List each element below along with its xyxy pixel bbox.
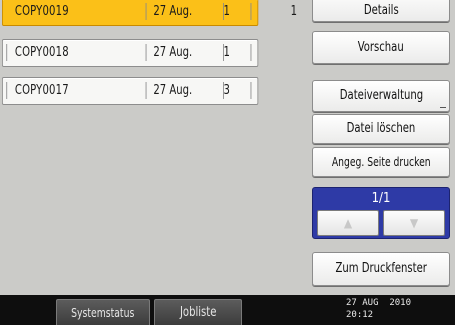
details-button[interactable]: Details [312,0,450,22]
time-text: 20:12 [346,310,374,320]
print-window-button[interactable]: Zum Druckfenster [312,252,450,286]
system-status-label: Systemstatus [71,306,135,320]
printer-panel: COPY0019 27 Aug. 1 1 COPY0018 27 Aug. 1 … [0,0,455,295]
details-label: Details [363,3,399,18]
job-date: 27 Aug. [153,45,193,60]
column-divider [145,3,147,20]
job-sets: 1 [223,45,230,60]
submenu-indicator-icon [440,107,446,108]
file-management-button[interactable]: Dateiverwaltung [312,80,450,112]
file-management-label: Dateiverwaltung [339,88,423,103]
job-list-tab[interactable]: Jobliste [154,299,242,325]
job-row-copy0019[interactable]: COPY0019 27 Aug. 1 1 [2,0,297,26]
job-name: COPY0019 [14,4,69,19]
print-window-label: Zum Druckfenster [335,261,427,276]
preview-button[interactable]: Vorschau [312,31,450,64]
arrow-down-icon: ▼ [409,216,419,230]
job-date: 27 Aug. [153,83,193,98]
column-divider [250,82,252,99]
page-indicator: 1/1 [371,191,391,206]
column-divider [6,44,8,61]
status-bar: Systemstatus Jobliste 27 AUG 2010 20:12 [0,295,455,325]
column-divider [145,82,147,99]
page-navigator: 1/1 ▲ ▼ [312,187,450,239]
column-divider [250,44,252,61]
delete-file-button[interactable]: Datei löschen [312,114,450,144]
job-row-copy0017[interactable]: COPY0017 27 Aug. 3 [2,77,259,105]
column-divider [6,82,8,99]
date-text: 27 AUG 2010 [346,298,412,308]
arrow-up-icon: ▲ [343,216,353,230]
job-list-label: Jobliste [179,305,217,320]
job-sets: 3 [223,83,230,98]
system-status-tab[interactable]: Systemstatus [56,299,150,325]
job-date: 27 Aug. [153,4,193,19]
job-name: COPY0017 [14,83,69,98]
job-row-copy0018[interactable]: COPY0018 27 Aug. 1 [2,39,259,67]
job-name: COPY0018 [14,45,69,60]
job-pages: 1 [290,4,297,19]
date-time-display: 27 AUG 2010 20:12 [346,297,411,321]
job-sets: 1 [223,4,230,19]
preview-label: Vorschau [358,40,404,55]
column-divider [250,3,252,20]
page-down-button[interactable]: ▼ [383,210,445,236]
page-up-button[interactable]: ▲ [317,210,379,236]
delete-file-label: Datei löschen [346,121,416,136]
print-specified-page-button[interactable]: Angeg. Seite drucken [312,147,450,177]
column-divider [145,44,147,61]
print-specified-page-label: Angeg. Seite drucken [331,154,431,169]
